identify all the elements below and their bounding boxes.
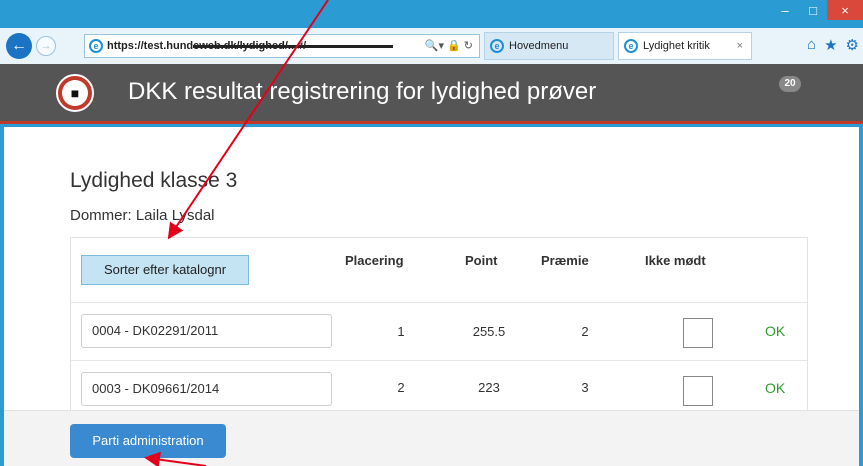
party-administration-button[interactable]: Parti administration (70, 424, 226, 458)
judge-name: Dommer: Laila Lysdal (70, 207, 215, 224)
column-header-placement: Placering (345, 253, 404, 268)
address-bar[interactable]: e https://test.hundeweb.dk/lydighed/...#… (84, 34, 480, 58)
placement-value: 1 (397, 324, 405, 339)
ie-tab-icon: e (624, 39, 638, 53)
row-divider (71, 302, 807, 303)
app-title: DKK resultat registrering for lydighed p… (128, 78, 597, 105)
prize-value: 3 (581, 380, 589, 395)
close-window-button[interactable]: × (827, 0, 863, 20)
notification-badge: 20 (779, 76, 801, 92)
results-panel: Sorter efter katalognr Placering Point P… (70, 237, 808, 417)
page-title: Lydighed klasse 3 (70, 169, 238, 192)
prize-value: 2 (581, 324, 589, 339)
column-header-absent: Ikke mødt (645, 253, 706, 268)
points-value: 255.5 (472, 324, 506, 339)
points-value: 223 (478, 380, 500, 395)
status-ok-label: OK (765, 323, 786, 339)
back-button[interactable]: ← (6, 33, 32, 59)
footer-bar: Parti administration (4, 410, 859, 466)
placement-value: 2 (397, 380, 405, 395)
dog-icon: ■ (62, 80, 88, 106)
maximize-button[interactable]: □ (799, 0, 827, 20)
minimize-button[interactable]: – (771, 0, 799, 20)
url-redaction (193, 45, 393, 48)
address-tools-icons[interactable]: 🔍▾ 🔒 ↻ (425, 35, 473, 57)
browser-toolbar-icons: ⌂ ★ ⚙ (807, 36, 859, 54)
window-titlebar: – □ × (0, 0, 863, 28)
column-header-points: Point (465, 253, 498, 268)
tab-label: Lydighet kritik (643, 40, 710, 52)
home-icon[interactable]: ⌂ (807, 36, 816, 54)
dkk-logo: ■ (56, 74, 94, 112)
forward-button[interactable]: → (36, 36, 56, 56)
browser-navbar: ← → e https://test.hundeweb.dk/lydighed/… (0, 28, 863, 64)
app-header: ■ DKK resultat registrering for lydighed… (0, 64, 863, 124)
row-divider (71, 360, 807, 361)
absent-checkbox[interactable] (683, 376, 713, 406)
entry-field[interactable]: 0004 - DK02291/2011 (81, 314, 332, 348)
column-header-prize: Præmie (541, 253, 589, 268)
tab-hovedmenu[interactable]: e Hovedmenu (484, 32, 614, 60)
star-icon[interactable]: ★ (824, 36, 837, 54)
tab-lydighet-kritik[interactable]: e Lydighet kritik × (618, 32, 752, 60)
entry-field[interactable]: 0003 - DK09661/2014 (81, 372, 332, 406)
gear-icon[interactable]: ⚙ (846, 36, 859, 54)
sort-by-catalog-button[interactable]: Sorter efter katalognr (81, 255, 249, 285)
absent-checkbox[interactable] (683, 318, 713, 348)
tab-label: Hovedmenu (509, 40, 569, 52)
ie-page-icon: e (89, 39, 103, 53)
tab-close-icon[interactable]: × (737, 33, 743, 59)
status-ok-label: OK (765, 380, 786, 396)
ie-tab-icon: e (490, 39, 504, 53)
window-controls: – □ × (771, 0, 863, 22)
